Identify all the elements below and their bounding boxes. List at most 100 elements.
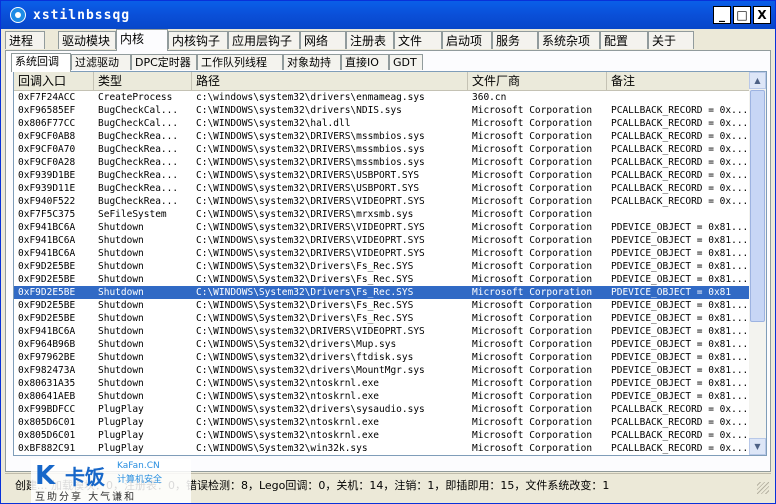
table-cell: 360.cn [472,92,507,103]
table-row[interactable]: 0xF982473A Shutdown C:\WINDOWS\system32\dr… [14,364,750,377]
table-cell: BugCheckRea... [98,144,179,155]
table-cell: PCALLBACK_RECORD = 0x... [611,131,749,142]
title-bar[interactable]: xstilnbssqg _ □ X [1,1,775,29]
table-row[interactable]: 0x80631A35 Shutdown C:\WINDOWS\system32\nt… [14,377,750,390]
table-row[interactable]: 0xF7F5C375 SeFileSystem C:\WINDOWS\system3… [14,208,750,221]
tab-gdt[interactable]: GDT [389,54,423,70]
table-cell: C:\WINDOWS\system32\drivers\ftdisk.sys [196,352,414,363]
table-row[interactable]: 0xF96585EF BugCheckCal... C:\WINDOWS\syste… [14,104,750,117]
table-cell: Shutdown [98,287,144,298]
table-cell: C:\WINDOWS\system32\DRIVERS\VIDEOPRT.SYS [196,326,425,337]
table-cell: Shutdown [98,274,144,285]
list-body: 0xF7F24ACC CreateProcess c:\windows\system… [14,91,750,455]
close-button[interactable]: X [753,6,771,24]
table-cell: BugCheckRea... [98,170,179,181]
table-cell: C:\WINDOWS\System32\Drivers\Fs_Rec.SYS [196,287,414,298]
table-cell: C:\WINDOWS\System32\win32k.sys [196,443,368,454]
column-header-note[interactable]: 备注 [607,72,750,90]
table-row[interactable]: 0xF941BC6A Shutdown C:\WINDOWS\system32\DR… [14,221,750,234]
table-row[interactable]: 0xF964B96B Shutdown C:\WINDOWS\System32\dr… [14,338,750,351]
table-cell: 0xF9D2E5BE [18,261,76,272]
column-header-entry[interactable]: 回调入口 [14,72,94,90]
table-row[interactable]: 0xF9D2E5BE Shutdown C:\WINDOWS\System32\Dr… [14,286,750,299]
tab-about[interactable]: 关于 [648,31,694,49]
maximize-button[interactable]: □ [733,6,751,24]
vertical-scrollbar[interactable]: ▲ ▼ [749,72,766,455]
tab-services[interactable]: 服务 [492,31,538,49]
table-row[interactable]: 0xF9D2E5BE Shutdown C:\WINDOWS\System32\Dr… [14,273,750,286]
tab-work-queue-threads[interactable]: 工作队列线程 [197,54,283,70]
table-row[interactable]: 0xF940F522 BugCheckRea... C:\WINDOWS\syste… [14,195,750,208]
scroll-down-arrow-icon[interactable]: ▼ [749,438,766,455]
table-cell: BugCheckCal... [98,118,179,129]
tab-network[interactable]: 网络 [300,31,346,49]
table-cell: Microsoft Corporation [472,443,593,454]
table-cell: C:\WINDOWS\system32\DRIVERS\VIDEOPRT.SYS [196,222,425,233]
table-row[interactable]: 0xF9D2E5BE Shutdown C:\WINDOWS\System32\Dr… [14,260,750,273]
tab-startup[interactable]: 启动项 [442,31,492,49]
table-row[interactable]: 0x80641AEB Shutdown C:\WINDOWS\system32\nt… [14,390,750,403]
table-cell: PDEVICE_OBJECT = 0x81... [611,261,749,272]
tab-registry[interactable]: 注册表 [346,31,394,49]
table-cell: BugCheckRea... [98,196,179,207]
table-cell: BugCheckRea... [98,183,179,194]
tab-kernel[interactable]: 内核 [116,29,168,51]
table-row[interactable]: 0xF941BC6A Shutdown C:\WINDOWS\system32\DR… [14,247,750,260]
table-row[interactable]: 0xF9D2E5BE Shutdown C:\WINDOWS\System32\Dr… [14,312,750,325]
table-cell: Microsoft Corporation [472,339,593,350]
table-row[interactable]: 0xF7F24ACC CreateProcess c:\windows\system… [14,91,750,104]
tab-direct-io[interactable]: 直接IO [341,54,389,70]
column-header-type[interactable]: 类型 [94,72,192,90]
scroll-up-arrow-icon[interactable]: ▲ [749,72,766,89]
table-row[interactable]: 0xF9CF0A70 BugCheckRea... C:\WINDOWS\syste… [14,143,750,156]
callback-list[interactable]: 回调入口 类型 路径 文件厂商 备注 0xF7F24ACC CreateProce… [13,71,767,456]
tab-config[interactable]: 配置 [600,31,648,49]
table-cell: C:\WINDOWS\system32\DRIVERS\VIDEOPRT.SYS [196,196,425,207]
tab-kernel-hooks[interactable]: 内核钩子 [168,31,228,49]
table-row[interactable]: 0x805D6C01 PlugPlay C:\WINDOWS\system32\nt… [14,416,750,429]
table-cell: Microsoft Corporation [472,170,593,181]
column-header-vendor[interactable]: 文件厂商 [468,72,607,90]
tab-process[interactable]: 进程 [5,31,45,49]
table-cell: 0xBF882C91 [18,443,76,454]
table-cell: Microsoft Corporation [472,131,593,142]
table-row[interactable]: 0x805D6C01 PlugPlay C:\WINDOWS\system32\nt… [14,429,750,442]
table-row[interactable]: 0xF9D2E5BE Shutdown C:\WINDOWS\System32\Dr… [14,299,750,312]
scrollbar-thumb[interactable] [750,90,765,322]
table-cell: C:\WINDOWS\system32\drivers\sysaudio.sys [196,404,425,415]
tab-file[interactable]: 文件 [394,31,442,49]
table-cell: 0xF940F522 [18,196,76,207]
table-row[interactable]: 0xF939D11E BugCheckRea... C:\WINDOWS\syste… [14,182,750,195]
table-cell: 0xF939D1BE [18,170,76,181]
tab-filter-drivers[interactable]: 过滤驱动 [71,54,131,70]
tab-driver-modules[interactable]: 驱动模块 [58,31,116,49]
table-cell: Microsoft Corporation [472,404,593,415]
tab-user-hooks[interactable]: 应用层钩子 [228,31,300,49]
table-cell: Microsoft Corporation [472,274,593,285]
minimize-button[interactable]: _ [713,6,731,24]
table-cell: PDEVICE_OBJECT = 0x81... [611,326,749,337]
table-cell: 0xF97962BE [18,352,76,363]
table-cell: PDEVICE_OBJECT = 0x81... [611,313,749,324]
table-cell: 0xF9D2E5BE [18,287,76,298]
column-header-path[interactable]: 路径 [192,72,468,90]
table-row[interactable]: 0xF97962BE Shutdown C:\WINDOWS\system32\dr… [14,351,750,364]
table-row[interactable]: 0x806F77CC BugCheckCal... C:\WINDOWS\syste… [14,117,750,130]
tab-object-hijack[interactable]: 对象劫持 [283,54,341,70]
table-cell: BugCheckRea... [98,157,179,168]
tab-system-callbacks[interactable]: 系统回调 [11,53,71,72]
tab-dpc-timers[interactable]: DPC定时器 [131,54,197,70]
table-cell: Microsoft Corporation [472,248,593,259]
tab-misc[interactable]: 系统杂项 [538,31,600,49]
table-row[interactable]: 0xF9CF0AB8 BugCheckRea... C:\WINDOWS\syste… [14,130,750,143]
table-cell: 0xF9CF0A28 [18,157,76,168]
table-row[interactable]: 0xBF882C91 PlugPlay C:\WINDOWS\System32\wi… [14,442,750,455]
table-row[interactable]: 0xF99BDFCC PlugPlay C:\WINDOWS\system32\dr… [14,403,750,416]
table-row[interactable]: 0xF9CF0A28 BugCheckRea... C:\WINDOWS\syste… [14,156,750,169]
table-row[interactable]: 0xF941BC6A Shutdown C:\WINDOWS\system32\DR… [14,325,750,338]
table-row[interactable]: 0xF941BC6A Shutdown C:\WINDOWS\system32\DR… [14,234,750,247]
table-row[interactable]: 0xF939D1BE BugCheckRea... C:\WINDOWS\syste… [14,169,750,182]
resize-grip-icon[interactable] [757,482,769,494]
table-cell: Shutdown [98,326,144,337]
table-cell: Microsoft Corporation [472,313,593,324]
